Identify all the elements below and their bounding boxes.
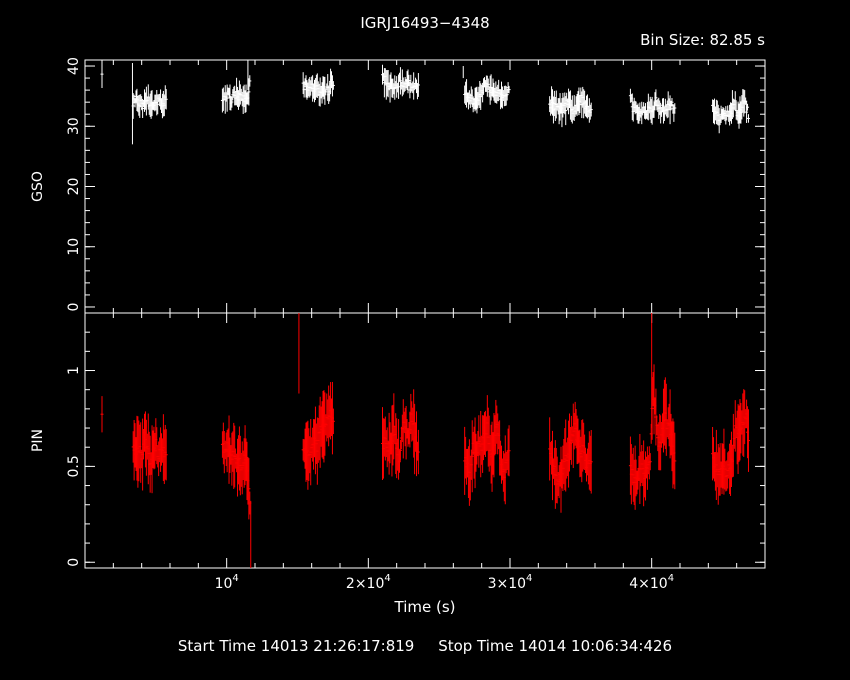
pin-segment — [301, 381, 335, 490]
x-axis-label: Time (s) — [394, 598, 456, 616]
y-tick-label: 0 — [66, 303, 82, 312]
plot-frame-top — [84, 59, 766, 314]
gso-segment — [628, 88, 677, 125]
gso-segment — [220, 75, 252, 115]
gso-segment — [463, 74, 511, 114]
light-curve-plot: 0 10 20 30 40 GSO 0 0.5 1 PIN 104 2×104 3×104 4×104 — [30, 57, 766, 592]
gso-segment — [301, 68, 335, 107]
stop-time-label: Stop Time 14014 10:06:34:426 — [438, 637, 673, 655]
pin-segment — [381, 389, 420, 480]
y-tick-label: 30 — [66, 117, 82, 135]
y-tick-label: 0.5 — [66, 455, 82, 477]
y-axis-label-top: GSO — [30, 171, 46, 202]
bin-size-label: Bin Size: 82.85 s — [640, 31, 765, 49]
x-tick-label: 4×104 — [629, 573, 674, 592]
gso-segment — [548, 86, 593, 128]
y-tick-label: 20 — [66, 178, 82, 196]
gso-segment — [711, 89, 750, 134]
y-tick-label: 10 — [66, 238, 82, 256]
start-time-label: Start Time 14013 21:26:17:819 — [177, 637, 415, 655]
time-range-footer: Start Time 14013 21:26:17:819 Stop Time … — [0, 637, 850, 655]
pin-segment — [220, 415, 252, 520]
pin-segment — [628, 364, 677, 510]
pin-segment — [100, 396, 104, 433]
y-tick-label: 40 — [66, 57, 82, 75]
x-tick-label: 104 — [215, 573, 239, 592]
gso-segment — [381, 64, 420, 103]
pin-segment — [711, 389, 750, 505]
y-axis-label-bottom: PIN — [30, 429, 46, 452]
pin-segment — [548, 401, 593, 513]
y-tick-label: 0 — [66, 558, 82, 567]
x-tick-label: 2×104 — [346, 573, 391, 592]
chart-title: IGRJ16493−4348 — [360, 14, 490, 32]
pin-segment — [131, 411, 168, 494]
gso-segment — [131, 84, 168, 119]
y-tick-label: 1 — [66, 366, 82, 375]
pin-segment — [463, 395, 511, 506]
x-tick-label: 3×104 — [488, 573, 533, 592]
gso-segment — [100, 60, 104, 89]
